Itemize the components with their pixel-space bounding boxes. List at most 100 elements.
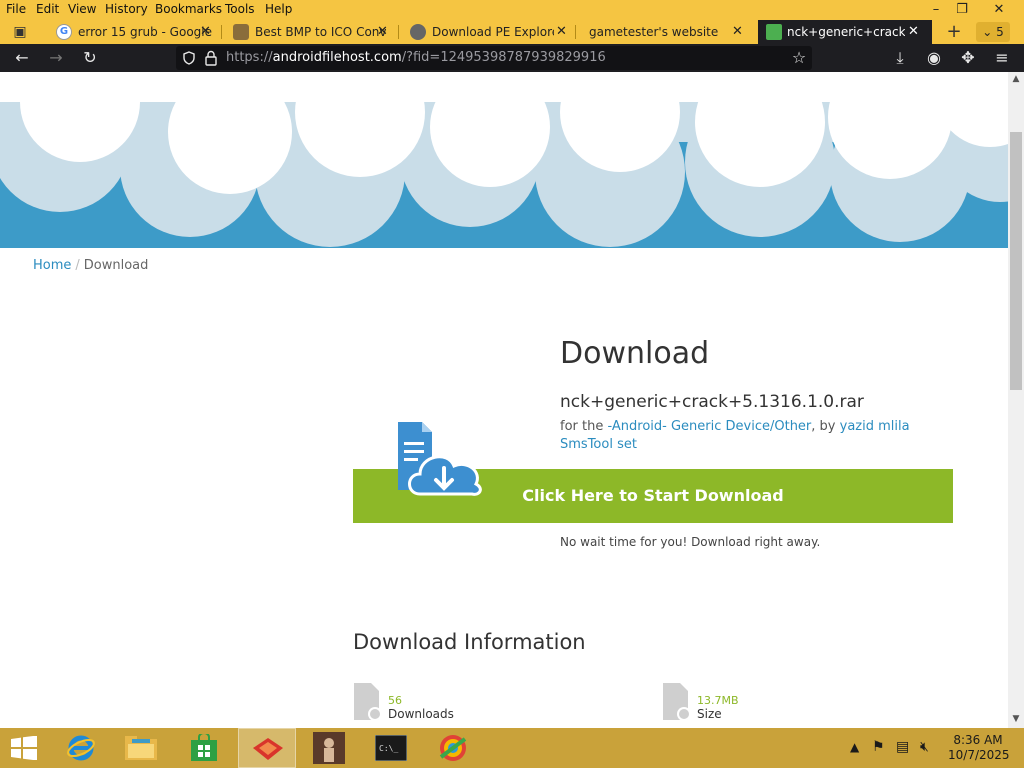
chevron-down-icon: ⌄	[982, 25, 993, 39]
downloads-icon[interactable]: ⤓	[888, 44, 912, 72]
start-button[interactable]	[0, 728, 50, 768]
minimize-button[interactable]: –	[922, 0, 950, 20]
size-label: Size	[697, 707, 722, 721]
site-icon	[410, 24, 426, 40]
game-app-taskbar-button[interactable]	[300, 728, 358, 768]
menu-view[interactable]: View	[68, 2, 96, 16]
menu-edit[interactable]: Edit	[36, 2, 59, 16]
page-scrollbar[interactable]: ▲ ▼	[1008, 72, 1024, 728]
scrollbar-thumb[interactable]	[1010, 132, 1022, 390]
new-tab-button[interactable]: +	[942, 20, 966, 44]
size-stat: 13.7MB Size	[662, 682, 862, 726]
close-tab-icon[interactable]: ✕	[732, 20, 743, 44]
menu-history[interactable]: History	[105, 2, 148, 16]
hamburger-menu-icon[interactable]: ≡	[990, 44, 1014, 72]
file-explorer-taskbar-button[interactable]	[112, 728, 170, 768]
app-icon	[439, 735, 467, 761]
tab-bar: ▣ G error 15 grub - Google ✕ Best BMP to…	[0, 20, 1024, 44]
tab-separator	[575, 25, 576, 39]
menu-file[interactable]: File	[6, 2, 26, 16]
file-meta: for the -Android- Generic Device/Other, …	[560, 419, 910, 452]
action-center-flag-icon[interactable]: ⚑	[872, 739, 885, 768]
tab-gametester-website[interactable]: gametester's website ✕	[588, 20, 748, 44]
tab-separator	[398, 25, 399, 39]
cloud-download-icon	[398, 422, 482, 496]
tab-title: Best BMP to ICO Conv	[255, 25, 387, 39]
clock-time: 8:36 AM	[953, 733, 1003, 747]
account-icon[interactable]: ◉	[922, 44, 946, 72]
red-app-icon	[253, 738, 283, 760]
show-hidden-icons-button[interactable]: ▲	[850, 740, 859, 768]
restore-button[interactable]: ❐	[948, 0, 976, 20]
store-icon	[191, 734, 217, 761]
downloads-stat: 56 Downloads	[353, 682, 553, 726]
device-link[interactable]: -Android- Generic Device/Other	[607, 419, 811, 434]
page-content: Home / Download Download nck+generic+crack…	[0, 72, 1008, 728]
close-tab-icon[interactable]: ✕	[200, 20, 211, 44]
taskbar: C:\_ ▲ ⚑ ▤ 🔇︎ 8:36 AM 10/7/2025	[0, 728, 1024, 768]
androidfilehost-icon	[766, 24, 782, 40]
google-icon: G	[56, 24, 72, 40]
size-value: 13.7MB	[697, 694, 739, 707]
downloads-count: 56	[388, 694, 402, 707]
tab-title: nck+generic+crack+5.	[787, 25, 905, 39]
tab-title: Download PE Explorer:	[432, 25, 568, 39]
tab-title: gametester's website	[589, 25, 719, 39]
reload-button[interactable]: ↻	[78, 44, 102, 72]
tab-download-pe-explorer[interactable]: Download PE Explorer: ✕	[410, 20, 570, 44]
close-tab-icon[interactable]: ✕	[554, 20, 569, 44]
page-title: Download	[560, 336, 710, 371]
network-icon[interactable]: ▤	[896, 739, 909, 768]
svg-text:C:\_: C:\_	[379, 744, 398, 753]
size-file-icon	[663, 683, 691, 721]
menu-help[interactable]: Help	[265, 2, 292, 16]
system-clock[interactable]: 8:36 AM 10/7/2025	[948, 733, 1010, 763]
tab-error-15-grub[interactable]: G error 15 grub - Google ✕	[56, 20, 216, 44]
downloads-label: Downloads	[388, 707, 454, 721]
tab-count: 5	[996, 25, 1004, 39]
url-text[interactable]: https://androidfilehost.com/?fid=1249539…	[226, 50, 606, 65]
shield-icon[interactable]	[182, 51, 196, 65]
store-taskbar-button[interactable]	[174, 728, 232, 768]
firefox-view-icon[interactable]: ▣	[8, 20, 32, 44]
breadcrumb-home-link[interactable]: Home	[33, 258, 71, 273]
list-all-tabs-button[interactable]: ⌄ 5	[976, 22, 1010, 42]
tab-nck-generic-crack[interactable]: nck+generic+crack+5. ✕	[758, 20, 932, 44]
volume-muted-icon[interactable]: 🔇︎	[920, 739, 929, 768]
scroll-down-arrow-icon[interactable]: ▼	[1008, 714, 1024, 724]
menu-bookmarks[interactable]: Bookmarks	[155, 2, 222, 16]
internet-explorer-taskbar-button[interactable]	[52, 728, 110, 768]
tab-separator	[221, 25, 222, 39]
tab-best-bmp-to-ico[interactable]: Best BMP to ICO Conv ✕	[233, 20, 393, 44]
close-tab-icon[interactable]: ✕	[377, 20, 388, 44]
breadcrumb-current: Download	[83, 258, 149, 273]
app-taskbar-button[interactable]	[424, 728, 482, 768]
url-bar[interactable]: https://androidfilehost.com/?fid=1249539…	[176, 46, 812, 70]
command-prompt-icon: C:\_	[375, 735, 407, 761]
site-icon	[233, 24, 249, 40]
internet-explorer-icon	[67, 735, 95, 761]
forward-button[interactable]: →	[44, 44, 68, 72]
close-window-button[interactable]: ✕	[984, 0, 1014, 20]
back-button[interactable]: ←	[10, 44, 34, 72]
downloads-file-icon	[354, 683, 382, 721]
extensions-icon[interactable]: ✥	[956, 44, 980, 72]
breadcrumb: Home / Download	[33, 258, 148, 273]
no-wait-text: No wait time for you! Download right awa…	[560, 535, 821, 549]
breadcrumb-separator: /	[75, 258, 80, 273]
folder-icon	[125, 736, 157, 760]
tab-title: error 15 grub - Google	[78, 25, 212, 39]
file-name: nck+generic+crack+5.1316.1.0.rar	[560, 392, 864, 412]
cloud-banner	[0, 72, 1008, 248]
game-app-icon	[313, 732, 345, 764]
bookmark-star-icon[interactable]: ☆	[787, 44, 811, 72]
close-tab-icon[interactable]: ✕	[908, 20, 919, 44]
red-app-taskbar-button[interactable]	[238, 728, 296, 768]
navigation-bar: ← → ↻ https://androidfilehost.com/?fid=1…	[0, 44, 1024, 72]
windows-logo-icon	[11, 736, 37, 760]
scroll-up-arrow-icon[interactable]: ▲	[1008, 74, 1024, 84]
menu-tools[interactable]: Tools	[225, 2, 255, 16]
download-information-heading: Download Information	[353, 630, 586, 654]
command-prompt-taskbar-button[interactable]: C:\_	[362, 728, 420, 768]
lock-icon[interactable]	[204, 50, 218, 66]
